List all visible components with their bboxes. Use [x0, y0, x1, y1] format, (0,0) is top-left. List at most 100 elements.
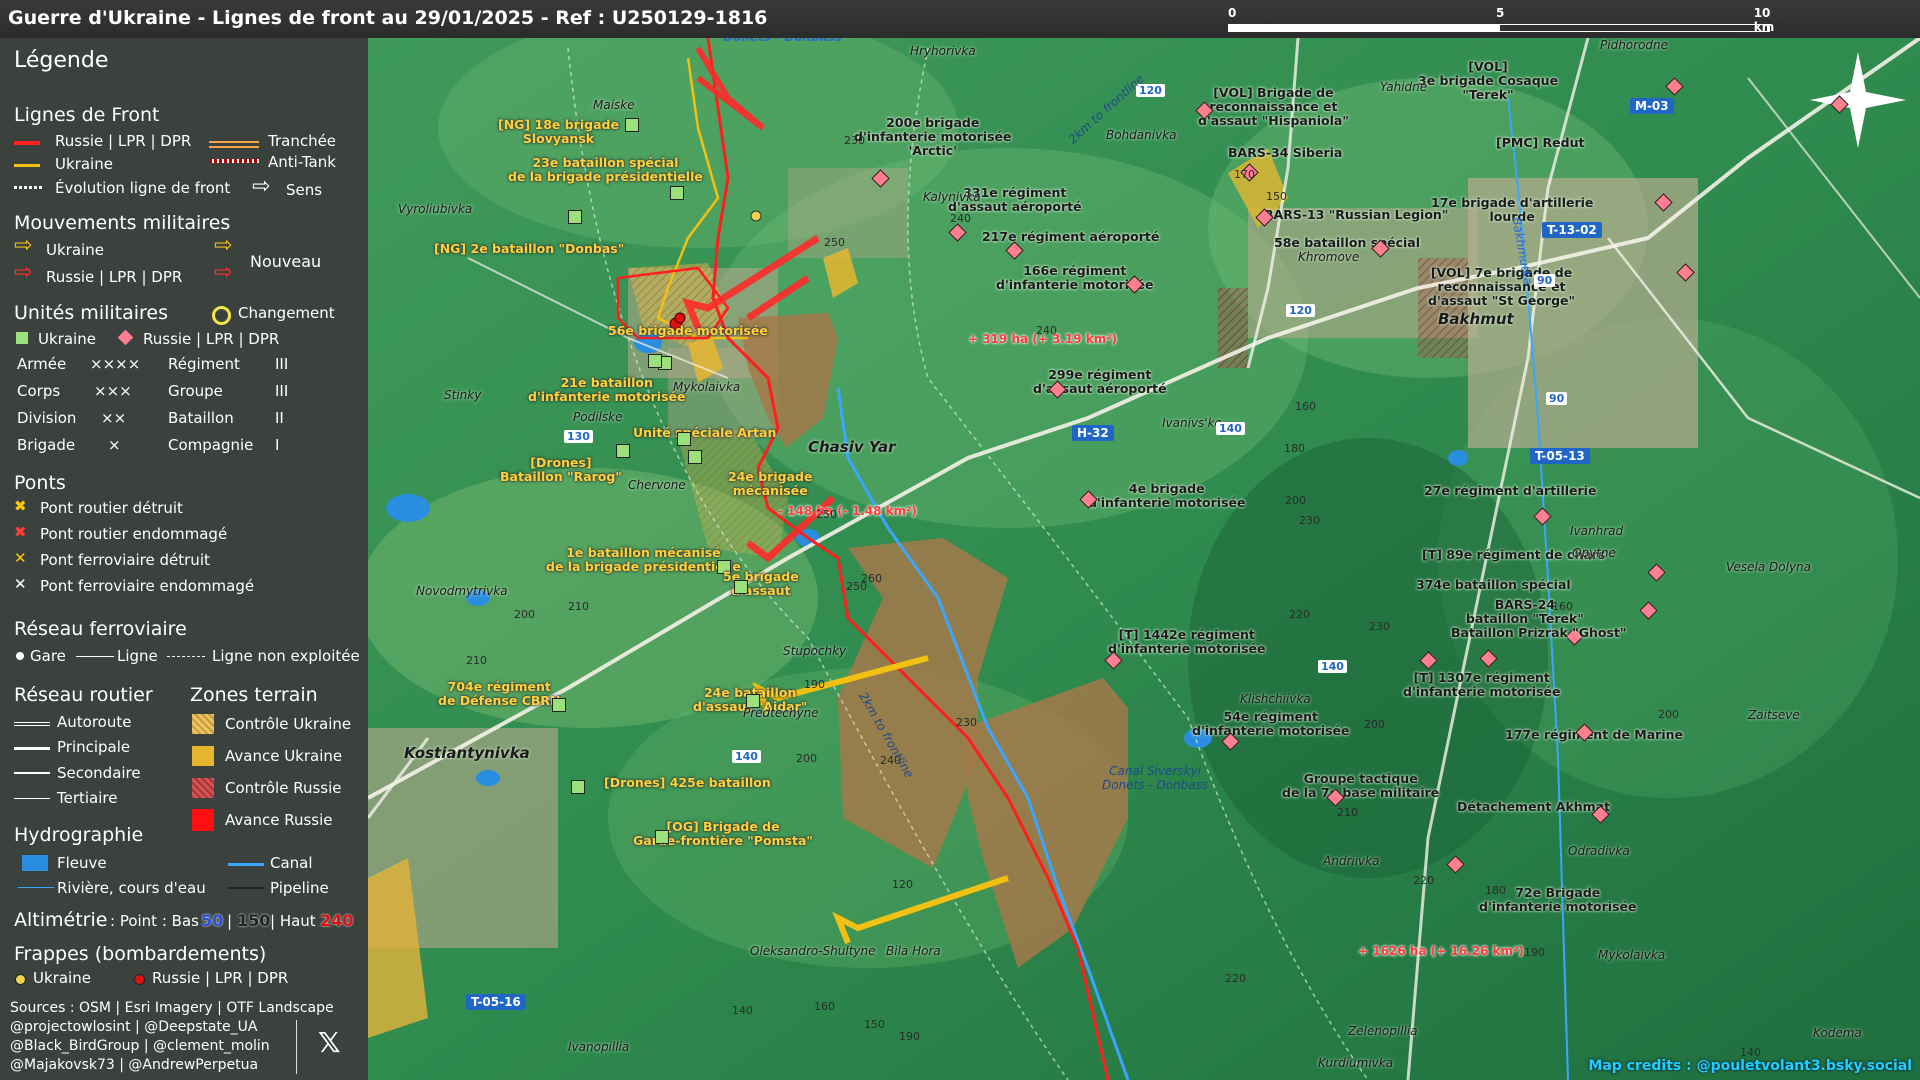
- new-ukraine-arrow-icon: ⇨: [214, 233, 233, 258]
- elevation-point-23: 210: [1337, 806, 1358, 819]
- town-mykolaivka: Mykolaivka: [1598, 948, 1666, 962]
- unit-row-1-b: ×××: [94, 382, 132, 400]
- sources-3: @Majakovsk73 | @AndrewPerpetua: [10, 1057, 259, 1073]
- road-sign-t-05-13: T-05-13: [1530, 448, 1590, 464]
- town-vesela-dolyna: Vesela Dolyna: [1726, 560, 1812, 574]
- unit-row-2-c: Bataillon: [168, 409, 234, 427]
- legend-panel: Légende Lignes de Front Russie | LPR | D…: [0, 38, 368, 1080]
- ua-unit-label-2: [NG] 2e bataillon "Donbas": [434, 241, 625, 256]
- town-podilske: Podilske: [573, 410, 623, 424]
- ua-unit-label-12: [Drones] 425e bataillon: [604, 775, 771, 790]
- legend-strikes-heading: Frappes (bombardements): [14, 943, 267, 965]
- legend-bridge-2: Pont ferroviaire détruit: [40, 551, 210, 569]
- town-zelenopillia: Zelenopillia: [1348, 1024, 1418, 1038]
- elevation-point-25: 220: [1225, 972, 1246, 985]
- unit-row-3-c: Compagnie: [168, 436, 254, 454]
- ru-unit-label-22: 177e régiment de Marine: [1505, 727, 1684, 742]
- unit-row-0-b: ××××: [90, 355, 141, 373]
- ua-unit-marker-10[interactable]: [552, 698, 566, 712]
- ua-unit-marker-9[interactable]: [734, 580, 748, 594]
- ua-unit-marker-4[interactable]: [648, 354, 662, 368]
- elevation-point-24: 220: [1413, 874, 1434, 887]
- town-maiske: Maiske: [593, 98, 635, 112]
- legend-title: Légende: [14, 48, 109, 73]
- town-ivanopillia: Ivanopillia: [568, 1040, 630, 1054]
- ru-unit-label-2: 217e régiment aéroporté: [982, 229, 1160, 244]
- russia-arrow-icon: ⇨: [14, 260, 33, 285]
- rail-bridge-damaged-icon: ✕: [14, 575, 27, 593]
- town-ivanivs-ke: Ivanivs'ke: [1162, 416, 1222, 430]
- road-number-5: 140: [732, 750, 761, 763]
- legend-bridges-heading: Ponts: [14, 472, 66, 494]
- ua-unit-marker-2[interactable]: [568, 210, 582, 224]
- ua-unit-label-3: 56e brigade motorisée: [608, 323, 768, 338]
- legend-hydro-canal: Canal: [270, 854, 313, 872]
- elevation-point-4: 250: [824, 236, 845, 249]
- elevation-point-13: 210: [568, 600, 589, 613]
- ua-unit-marker-5[interactable]: [677, 432, 691, 446]
- legend-hydro-river: Rivière, cours d'eau: [57, 879, 206, 897]
- ru-unit-label-8: [VOL] 3e brigade Cosaque "Terek": [1418, 59, 1559, 102]
- legend-front-heading: Lignes de Front: [14, 104, 160, 126]
- elevation-point-2: 170: [1234, 168, 1255, 181]
- road-sign-t-05-16: T-05-16: [466, 994, 526, 1010]
- elevation-point-10: 250: [816, 508, 837, 521]
- legend-new: Nouveau: [250, 252, 322, 271]
- ru-unit-label-4: [VOL] Brigade de reconnaissance et d'assau…: [1198, 85, 1349, 128]
- town-chasiv-yar: Chasiv Yar: [808, 438, 896, 456]
- ru-unit-label-18: Bataillon Prizrak "Ghost": [1451, 625, 1627, 640]
- road-sign-h-32: H-32: [1072, 425, 1114, 441]
- town-bakhmut: Bakhmut: [1438, 310, 1514, 328]
- ua-unit-marker-1[interactable]: [670, 186, 684, 200]
- scale-label-0: 0: [1228, 6, 1237, 20]
- legend-strike-russia: Russie | LPR | DPR: [152, 969, 289, 987]
- elevation-point-27: 180: [1485, 884, 1506, 897]
- elevation-point-22: 200: [1364, 718, 1385, 731]
- ua-unit-label-8: 1e bataillon mécanisé de la brigade prési…: [546, 545, 741, 574]
- ua-unit-marker-12[interactable]: [571, 780, 585, 794]
- town-mykolaivka: Mykolaivka: [673, 380, 741, 394]
- ru-unit-label-16: 374e bataillon spécial: [1416, 577, 1571, 592]
- legend-road-1: Principale: [57, 738, 131, 756]
- ua-unit-marker-0[interactable]: [625, 118, 639, 132]
- legend-trench: Tranchée: [268, 132, 337, 150]
- elevation-point-19: 200: [796, 752, 817, 765]
- elevation-point-32: 190: [899, 1030, 920, 1043]
- ru-unit-label-21: 54e régiment d'infanterie motorisée: [1192, 709, 1350, 738]
- ru-unit-label-19: [T] 1442e régiment d'infanterie motorisée: [1108, 627, 1266, 656]
- road-sign-t-13-02: T-13-02: [1542, 222, 1602, 238]
- elevation-point-0: 230: [844, 134, 865, 147]
- town-kostiantynivka: Kostiantynivka: [404, 744, 530, 762]
- road-number-2: 90: [1546, 392, 1568, 405]
- legend-front-ukraine: Ukraine: [55, 155, 113, 173]
- elevation-point-5: 240: [1036, 324, 1057, 337]
- ukraine-arrow-icon: ⇨: [14, 233, 33, 258]
- road-number-7: 120: [1286, 304, 1315, 317]
- elevation-point-9: 230: [1299, 514, 1320, 527]
- ua-unit-marker-7[interactable]: [688, 450, 702, 464]
- road-bridge-destroyed-icon: ✖: [14, 497, 27, 515]
- town-chervone: Chervone: [628, 478, 686, 492]
- canal-label: Canal Siverskyi Donets - Donbass: [1102, 764, 1209, 792]
- unit-row-2-b: ××: [101, 409, 127, 427]
- legend-move-ukraine: Ukraine: [46, 241, 104, 259]
- elevation-point-21: 230: [1369, 620, 1390, 633]
- map-area[interactable]: N 200e brigaded'infanterie motorisée'Arc…: [368, 38, 1920, 1080]
- sources-0: Sources : OSM | Esri Imagery | OTF Lands…: [10, 1000, 334, 1016]
- elevation-point-31: 150: [864, 1018, 885, 1031]
- ua-unit-marker-6[interactable]: [616, 444, 630, 458]
- new-russia-arrow-icon: ⇨: [214, 260, 233, 285]
- legend-zone-2: Contrôle Russie: [225, 779, 342, 797]
- unit-row-1-d: III: [275, 382, 289, 400]
- elevation-point-16: 190: [804, 678, 825, 691]
- legend-altimetry: Altimétrie: [14, 909, 108, 931]
- ru-unit-label-5: BARS-34 Siberia: [1228, 145, 1343, 160]
- ru-unit-label-24: Détachement Akhmat: [1457, 799, 1611, 814]
- ua-unit-label-5: Unité spéciale Artan: [633, 425, 777, 440]
- elevation-point-29: 140: [732, 1004, 753, 1017]
- legend-bridge-3: Pont ferroviaire endommagé: [40, 577, 255, 595]
- ua-unit-marker-13[interactable]: [655, 830, 669, 844]
- town-bila-hora: Bila Hora: [886, 944, 941, 958]
- canal-top-label: Donets - Donbass: [723, 38, 842, 44]
- town-kalynivka: Kalynivka: [923, 190, 981, 204]
